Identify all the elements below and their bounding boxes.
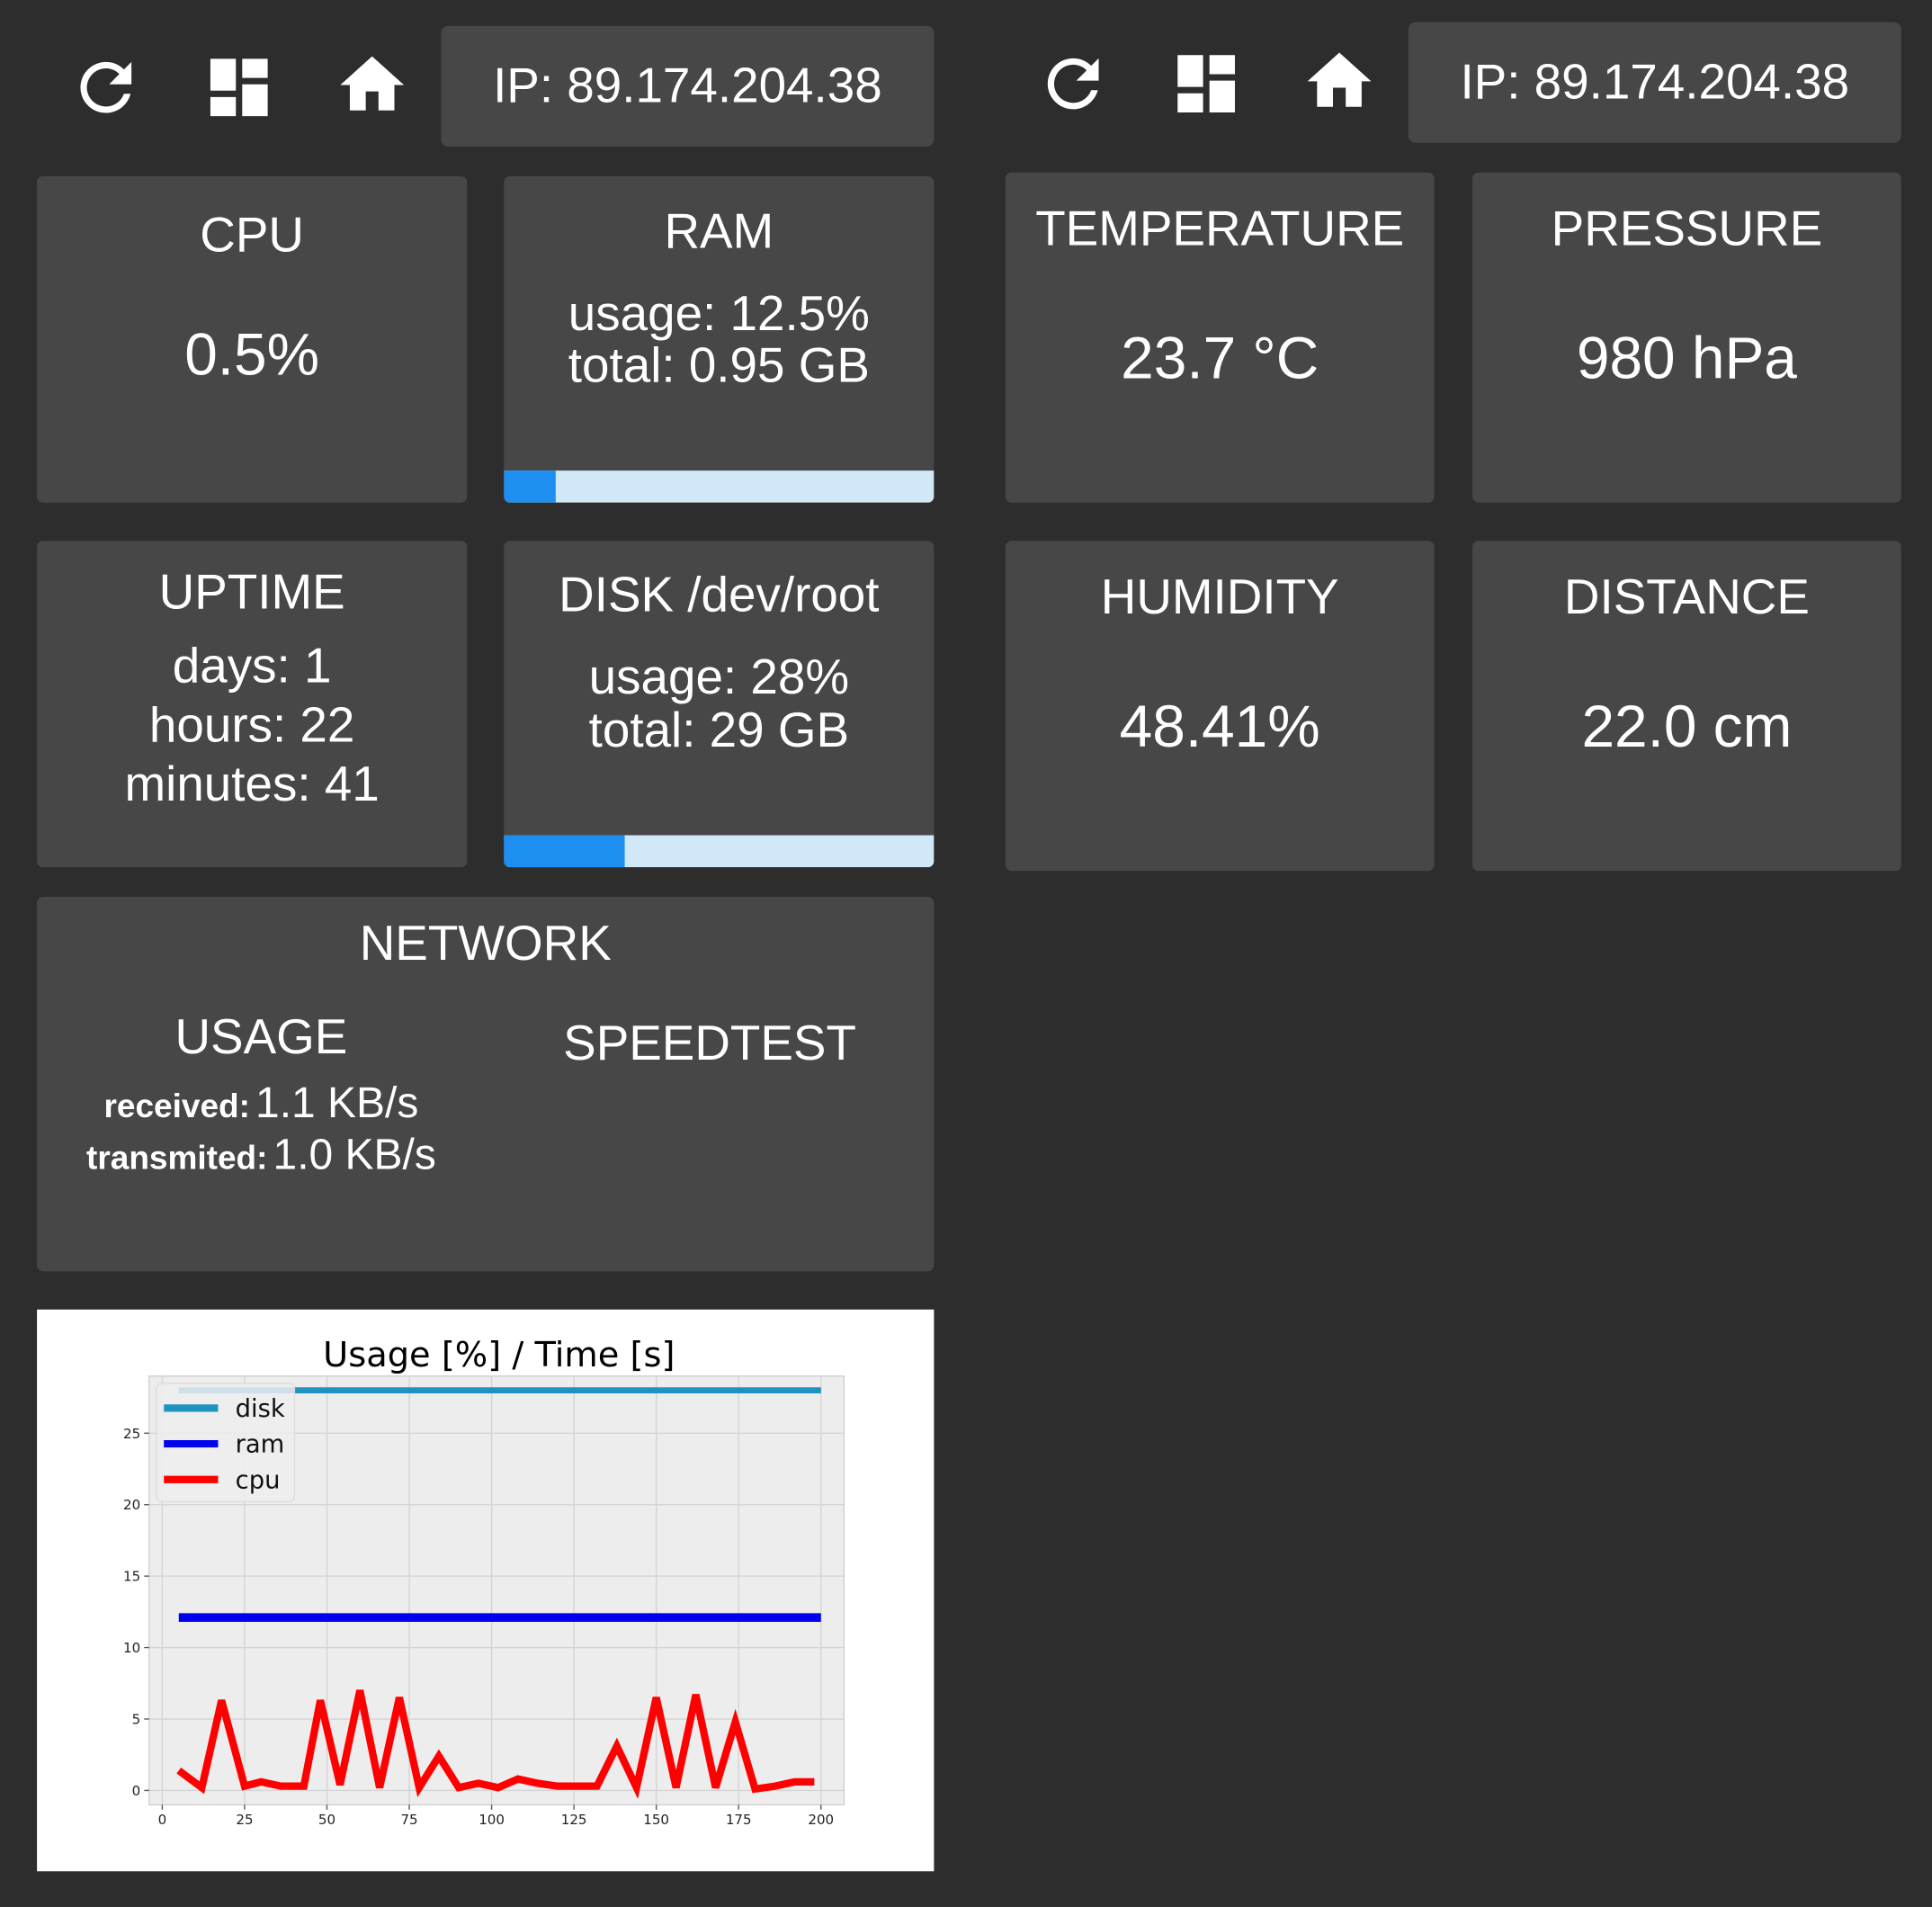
y-tick-label: 0 <box>132 1783 141 1799</box>
home-button[interactable] <box>334 47 410 123</box>
x-tick-label: 125 <box>561 1812 587 1828</box>
uptime-hours: hours: 22 <box>148 698 355 753</box>
network-received-value: 1.1 KB/s <box>255 1079 419 1128</box>
usage-chart-panel: Usage [%] / Time [s] 0 25 50 75 100 125 150 175 2… <box>37 1309 935 1872</box>
refresh-icon <box>80 61 132 113</box>
ram-usage: usage: 12.5% <box>568 287 870 342</box>
ram-total: total: 0.95 GB <box>568 338 870 393</box>
disk-progress-bar <box>504 835 935 868</box>
disk-total: total: 29 GB <box>588 703 850 758</box>
x-tick-label: 25 <box>236 1812 253 1828</box>
ip-address-text: IP: 89.174.204.38 <box>493 58 882 113</box>
network-transmitted-label: transmited: <box>86 1139 268 1177</box>
x-tick-label: 100 <box>479 1812 505 1828</box>
refresh-button[interactable] <box>1035 46 1112 122</box>
disk-tile: DISK /dev/root usage: 28% total: 29 GB <box>504 541 935 868</box>
dashboard-button[interactable] <box>1168 46 1245 122</box>
dashboard-button[interactable] <box>201 49 277 126</box>
pressure-tile: PRESSURE 980 hPa <box>1472 172 1901 503</box>
uptime-days: days: 1 <box>172 639 332 694</box>
network-received-row: received: 1.1 KB/s <box>37 1079 486 1129</box>
ram-tile: RAM usage: 12.5% total: 0.95 GB <box>504 175 935 503</box>
uptime-minutes: minutes: 41 <box>124 757 380 812</box>
disk-usage: usage: 28% <box>588 650 850 705</box>
home-icon <box>340 56 405 111</box>
temperature-title: TEMPERATURE <box>1035 201 1405 256</box>
ram-progress-fill <box>504 470 556 503</box>
y-tick-label: 5 <box>132 1711 141 1727</box>
network-speedtest-title: SPEEDTEST <box>563 1016 856 1071</box>
refresh-icon <box>1047 58 1099 110</box>
disk-title: DISK /dev/root <box>559 568 880 622</box>
cpu-value: 0.5% <box>184 322 320 389</box>
distance-tile: DISTANCE 22.0 cm <box>1472 541 1901 872</box>
uptime-tile: UPTIME days: 1 hours: 22 minutes: 41 <box>37 541 468 868</box>
legend-label-cpu: cpu <box>236 1466 281 1494</box>
x-tick-label: 75 <box>400 1812 417 1828</box>
humidity-title: HUMIDITY <box>1100 570 1339 625</box>
x-tick-label: 200 <box>808 1812 834 1828</box>
network-usage-title: USAGE <box>174 1009 348 1065</box>
y-tick-label: 25 <box>123 1426 140 1442</box>
refresh-button[interactable] <box>67 49 144 126</box>
humidity-tile: HUMIDITY 48.41% <box>1005 541 1435 872</box>
ip-address-text: IP: 89.174.204.38 <box>1460 54 1850 110</box>
network-title: NETWORK <box>359 916 612 971</box>
temperature-value: 23.7 °C <box>1121 326 1319 392</box>
ip-address-box: IP: 89.174.204.38 <box>441 25 935 147</box>
cpu-title: CPU <box>200 208 304 263</box>
humidity-value: 48.41% <box>1119 694 1320 760</box>
disk-progress-fill <box>504 835 625 868</box>
network-transmitted-value: 1.0 KB/s <box>273 1131 436 1179</box>
x-tick-label: 50 <box>318 1812 335 1828</box>
chart-title: Usage [%] / Time [s] <box>323 1335 675 1375</box>
home-icon <box>1307 52 1372 107</box>
network-received-label: received: <box>103 1088 250 1125</box>
ram-title: RAM <box>664 204 774 259</box>
dashboard-icon <box>1177 55 1235 112</box>
y-tick-label: 20 <box>123 1497 140 1513</box>
ram-progress-bar <box>504 470 935 503</box>
usage-chart: Usage [%] / Time [s]0 25 50 75 100 125 150 175 2… <box>123 1335 845 1828</box>
pressure-value: 980 hPa <box>1576 326 1797 392</box>
network-transmitted-row: transmited: 1.0 KB/s <box>37 1131 486 1180</box>
x-tick-label: 0 <box>158 1812 167 1828</box>
network-tile: NETWORK USAGE SPEEDTEST received: 1.1 KB… <box>37 897 935 1272</box>
distance-title: DISTANCE <box>1563 570 1810 625</box>
x-tick-label: 175 <box>726 1812 752 1828</box>
distance-value: 22.0 cm <box>1581 694 1793 760</box>
legend-label-disk: disk <box>236 1395 285 1423</box>
ip-address-box: IP: 89.174.204.38 <box>1408 22 1901 143</box>
legend-label-ram: ram <box>236 1431 285 1459</box>
uptime-title: UPTIME <box>158 565 345 620</box>
x-tick-label: 150 <box>643 1812 669 1828</box>
home-button[interactable] <box>1301 43 1378 120</box>
y-tick-label: 15 <box>123 1569 140 1585</box>
temperature-tile: TEMPERATURE 23.7 °C <box>1005 172 1435 503</box>
cpu-tile: CPU 0.5% <box>37 175 468 503</box>
pressure-title: PRESSURE <box>1551 201 1823 256</box>
y-tick-label: 10 <box>123 1640 140 1656</box>
dashboard-icon <box>210 58 268 117</box>
